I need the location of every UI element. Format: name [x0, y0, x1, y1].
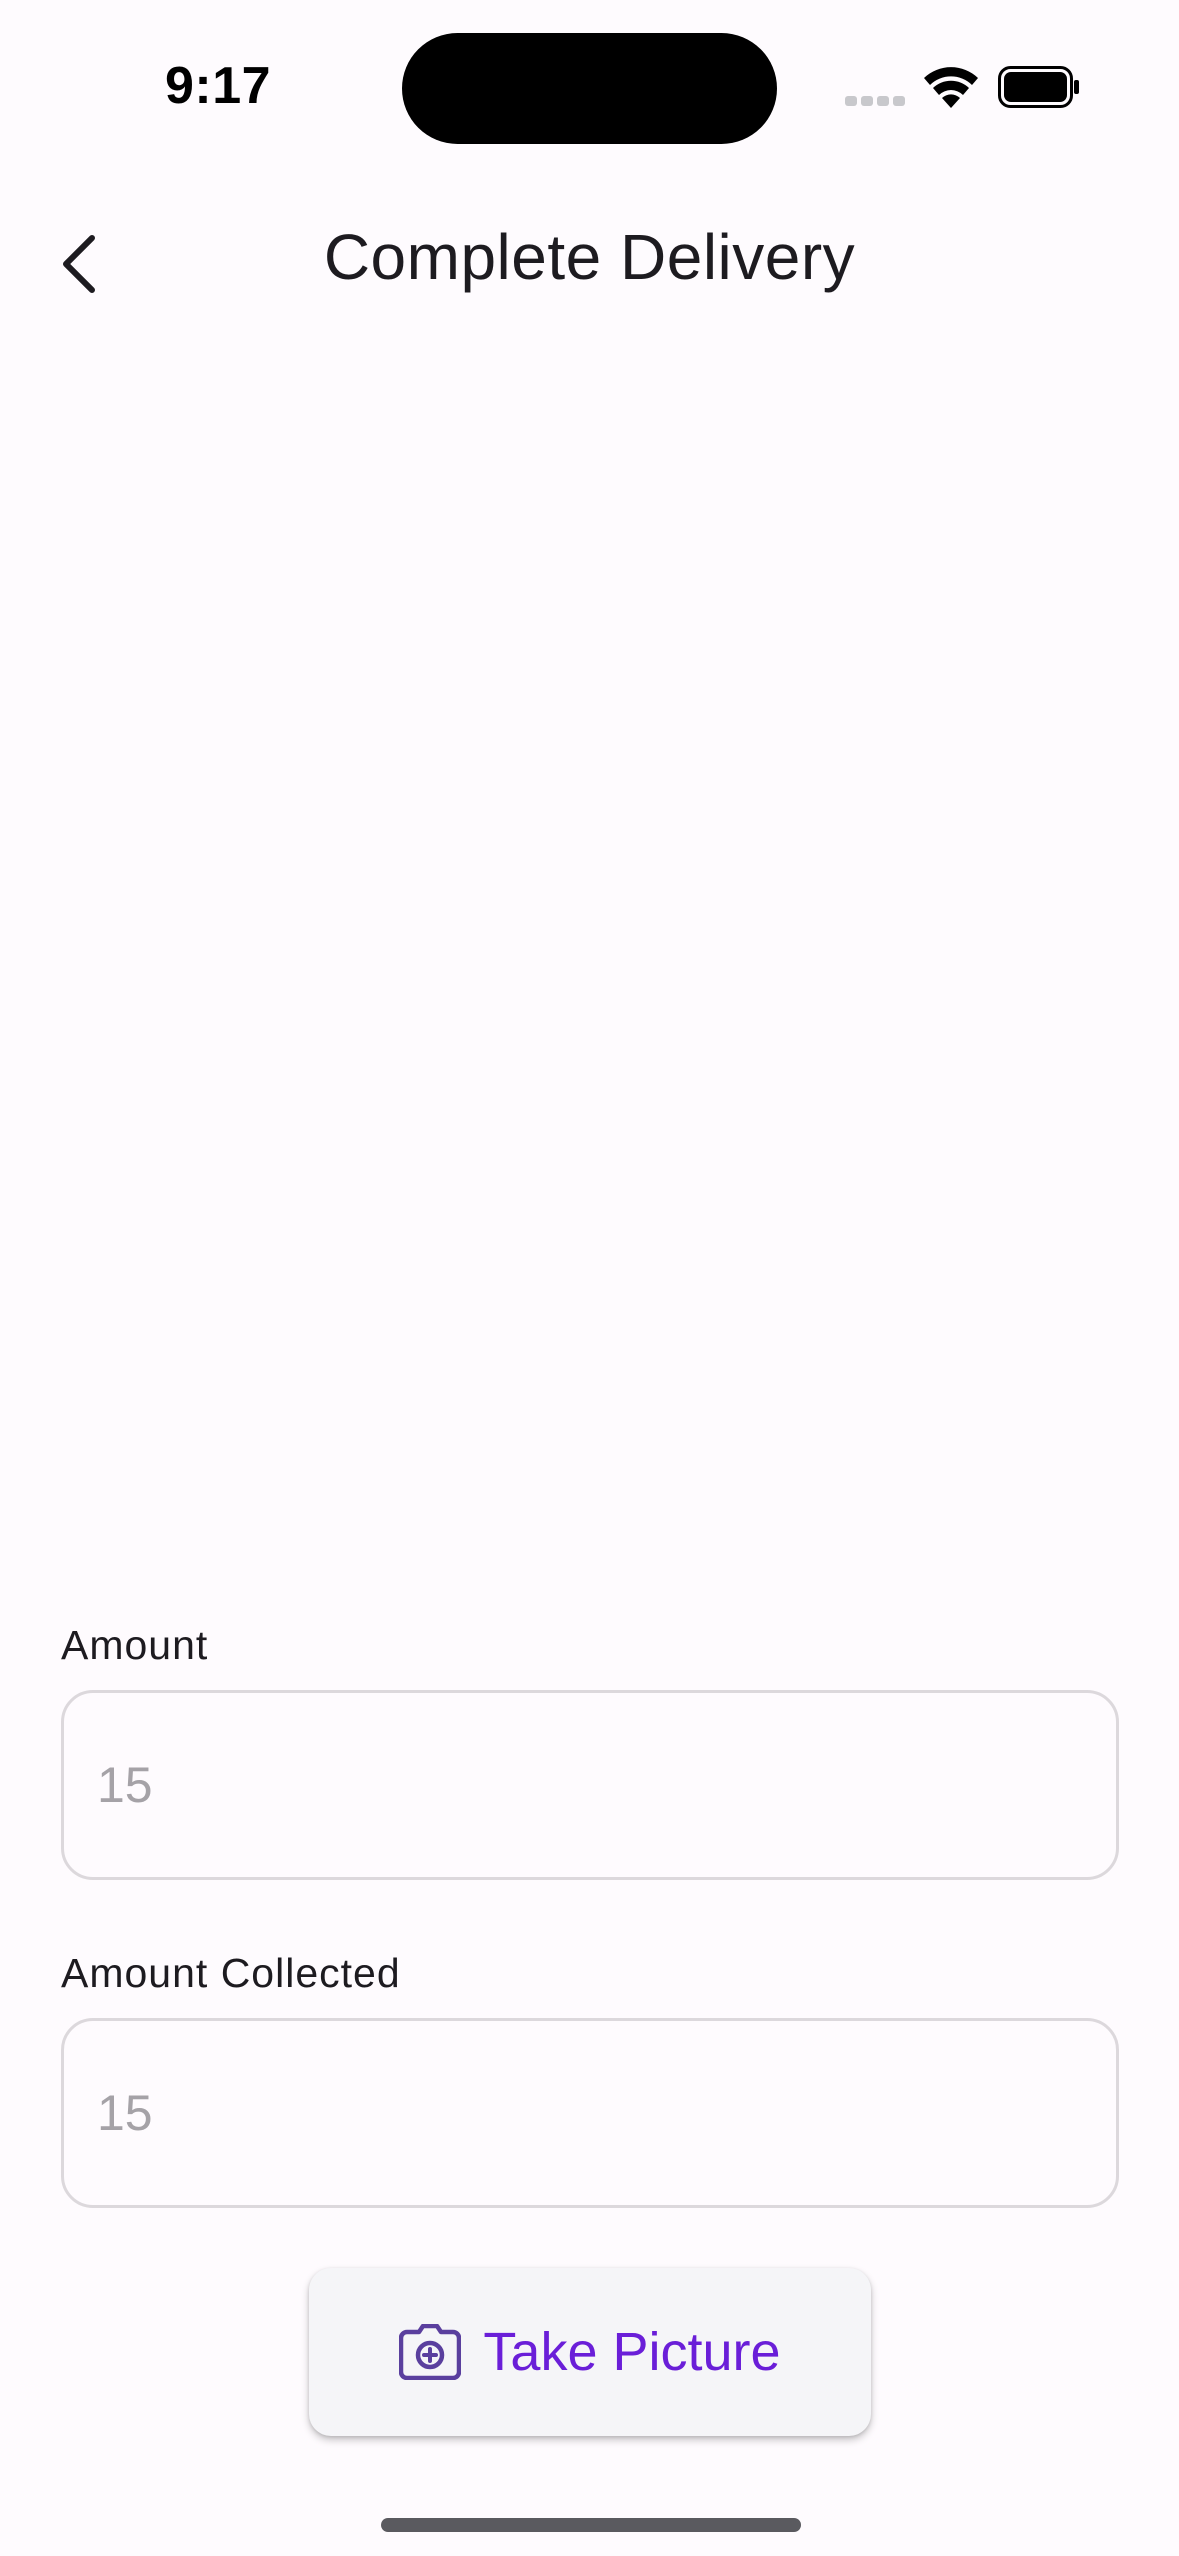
signal-dots-icon [845, 96, 905, 106]
dynamic-island [402, 33, 777, 144]
amount-collected-label: Amount Collected [61, 1950, 401, 1996]
camera-icon [399, 2324, 462, 2380]
battery-icon [998, 66, 1079, 108]
complete-delivery-screen: 9:17 Complete Delivery Amount Amount Col… [0, 0, 1179, 2556]
amount-label: Amount [61, 1622, 209, 1668]
take-picture-label: Take Picture [483, 2322, 781, 2382]
home-indicator[interactable] [381, 2518, 801, 2532]
status-time: 9:17 [165, 57, 272, 115]
amount-collected-input[interactable] [61, 2018, 1119, 2208]
page-title: Complete Delivery [323, 221, 856, 293]
take-picture-button[interactable]: Take Picture [309, 2268, 871, 2436]
wifi-icon [924, 67, 978, 108]
amount-input[interactable] [61, 1690, 1119, 1880]
